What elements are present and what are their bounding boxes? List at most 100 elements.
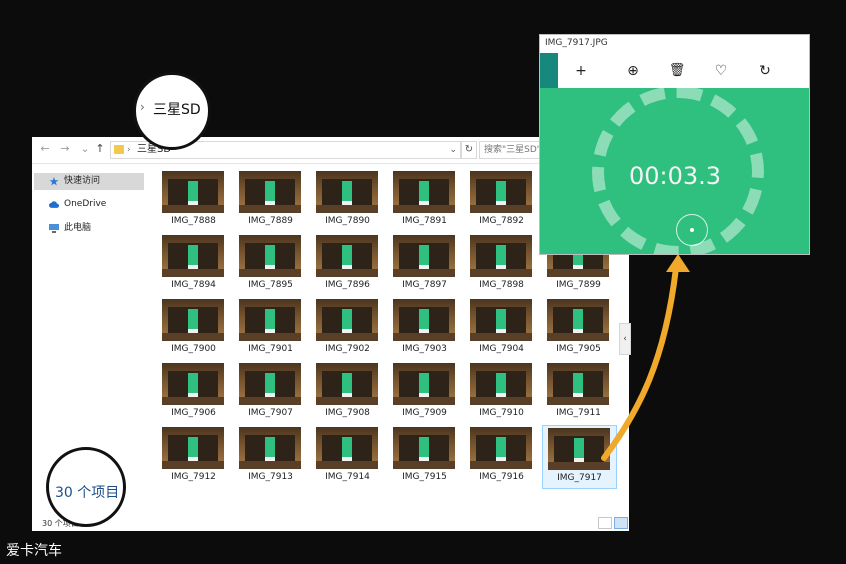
file-item[interactable]: IMG_7913: [234, 425, 307, 487]
computer-icon: [49, 224, 59, 233]
details-view-button[interactable]: [598, 517, 612, 529]
add-icon[interactable]: +: [572, 62, 590, 80]
cloud-icon: [49, 201, 59, 208]
file-thumbnail: [470, 299, 532, 341]
file-name: IMG_7900: [171, 344, 216, 354]
file-item[interactable]: IMG_7914: [311, 425, 384, 487]
folder-icon: [114, 145, 124, 154]
thumb-foreground: [316, 461, 378, 469]
zoom-in-icon[interactable]: ⊕: [624, 62, 642, 80]
search-placeholder: 搜索"三星SD": [484, 145, 541, 155]
file-item[interactable]: IMG_7900: [157, 297, 230, 359]
file-item[interactable]: IMG_7897: [388, 233, 461, 295]
delete-icon[interactable]: 🗑: [668, 62, 686, 80]
thumb-phone-screen: [342, 245, 352, 271]
thumb-phone-screen: [419, 245, 429, 271]
file-item[interactable]: IMG_7889: [234, 169, 307, 231]
file-item[interactable]: IMG_7911: [542, 361, 615, 423]
file-name: IMG_7916: [479, 472, 524, 482]
sidebar-item-label: 此电脑: [64, 223, 92, 233]
thumb-phone-screen: [419, 309, 429, 335]
file-name: IMG_7912: [171, 472, 216, 482]
file-thumbnail: [470, 235, 532, 277]
file-name: IMG_7910: [479, 408, 524, 418]
sidebar-item-quick-access[interactable]: 快速访问: [34, 173, 144, 190]
thumb-phone-screen: [265, 437, 275, 463]
file-name: IMG_7911: [556, 408, 601, 418]
sidebar-item-onedrive[interactable]: OneDrive: [34, 196, 144, 213]
file-thumbnail: [162, 299, 224, 341]
file-name: IMG_7917: [557, 473, 602, 483]
file-item[interactable]: IMG_7896: [311, 233, 384, 295]
address-separator[interactable]: ›: [127, 143, 131, 157]
thumb-foreground: [162, 461, 224, 469]
file-item[interactable]: IMG_7906: [157, 361, 230, 423]
thumb-phone-screen: [496, 437, 506, 463]
viewer-toolbar: + ⊕ 🗑 ♡ ↻: [540, 53, 809, 88]
file-name: IMG_7914: [325, 472, 370, 482]
thumb-phone-screen: [265, 181, 275, 207]
thumb-foreground: [316, 333, 378, 341]
back-button[interactable]: ←: [38, 142, 52, 156]
thumb-phone-screen: [188, 373, 198, 399]
file-name: IMG_7905: [556, 344, 601, 354]
file-name: IMG_7897: [402, 280, 447, 290]
file-item[interactable]: IMG_7908: [311, 361, 384, 423]
photo-stopwatch: 00:03.3: [540, 88, 809, 254]
up-button[interactable]: ↑: [93, 142, 107, 156]
thumb-foreground: [239, 333, 301, 341]
file-item[interactable]: IMG_7903: [388, 297, 461, 359]
file-name: IMG_7889: [248, 216, 293, 226]
file-thumbnail: [547, 299, 609, 341]
file-item[interactable]: IMG_7888: [157, 169, 230, 231]
star-icon: [49, 177, 59, 186]
favorite-icon[interactable]: ♡: [712, 62, 730, 80]
pane-toggle-button[interactable]: ‹: [619, 323, 631, 355]
file-item[interactable]: IMG_7891: [388, 169, 461, 231]
refresh-button[interactable]: ↻: [461, 141, 477, 159]
file-name: IMG_7906: [171, 408, 216, 418]
file-thumbnail: [316, 171, 378, 213]
stopwatch-time: 00:03.3: [628, 162, 722, 190]
file-item[interactable]: IMG_7892: [465, 169, 538, 231]
thumb-foreground: [470, 205, 532, 213]
thumb-foreground: [162, 205, 224, 213]
thumb-phone-screen: [419, 437, 429, 463]
file-item[interactable]: IMG_7917: [542, 425, 617, 489]
file-item[interactable]: IMG_7898: [465, 233, 538, 295]
file-item[interactable]: IMG_7890: [311, 169, 384, 231]
thumb-phone-screen: [188, 245, 198, 271]
address-dropdown[interactable]: ⌄: [449, 143, 457, 157]
large-icons-view-button[interactable]: [614, 517, 628, 529]
file-item[interactable]: IMG_7910: [465, 361, 538, 423]
forward-button[interactable]: →: [58, 142, 72, 156]
file-item[interactable]: IMG_7902: [311, 297, 384, 359]
recent-locations-dropdown[interactable]: ⌄: [78, 142, 92, 156]
thumb-phone-screen: [342, 309, 352, 335]
thumb-phone-screen: [342, 181, 352, 207]
file-item[interactable]: IMG_7909: [388, 361, 461, 423]
file-item[interactable]: IMG_7904: [465, 297, 538, 359]
file-name: IMG_7902: [325, 344, 370, 354]
file-thumbnail: [162, 427, 224, 469]
file-item[interactable]: IMG_7894: [157, 233, 230, 295]
file-thumbnail: [239, 299, 301, 341]
thumb-foreground: [470, 397, 532, 405]
file-thumbnail: [162, 363, 224, 405]
sidebar-item-this-pc[interactable]: 此电脑: [34, 220, 144, 237]
file-item[interactable]: IMG_7901: [234, 297, 307, 359]
thumb-foreground: [162, 269, 224, 277]
file-item[interactable]: IMG_7912: [157, 425, 230, 487]
thumb-foreground: [393, 333, 455, 341]
file-item[interactable]: IMG_7915: [388, 425, 461, 487]
thumb-foreground: [239, 205, 301, 213]
file-item[interactable]: IMG_7905: [542, 297, 615, 359]
file-name: IMG_7903: [402, 344, 447, 354]
rotate-icon[interactable]: ↻: [756, 62, 774, 80]
file-item[interactable]: IMG_7895: [234, 233, 307, 295]
file-item[interactable]: IMG_7916: [465, 425, 538, 487]
thumb-foreground: [239, 397, 301, 405]
thumb-phone-screen: [496, 245, 506, 271]
file-item[interactable]: IMG_7907: [234, 361, 307, 423]
file-name: IMG_7891: [402, 216, 447, 226]
